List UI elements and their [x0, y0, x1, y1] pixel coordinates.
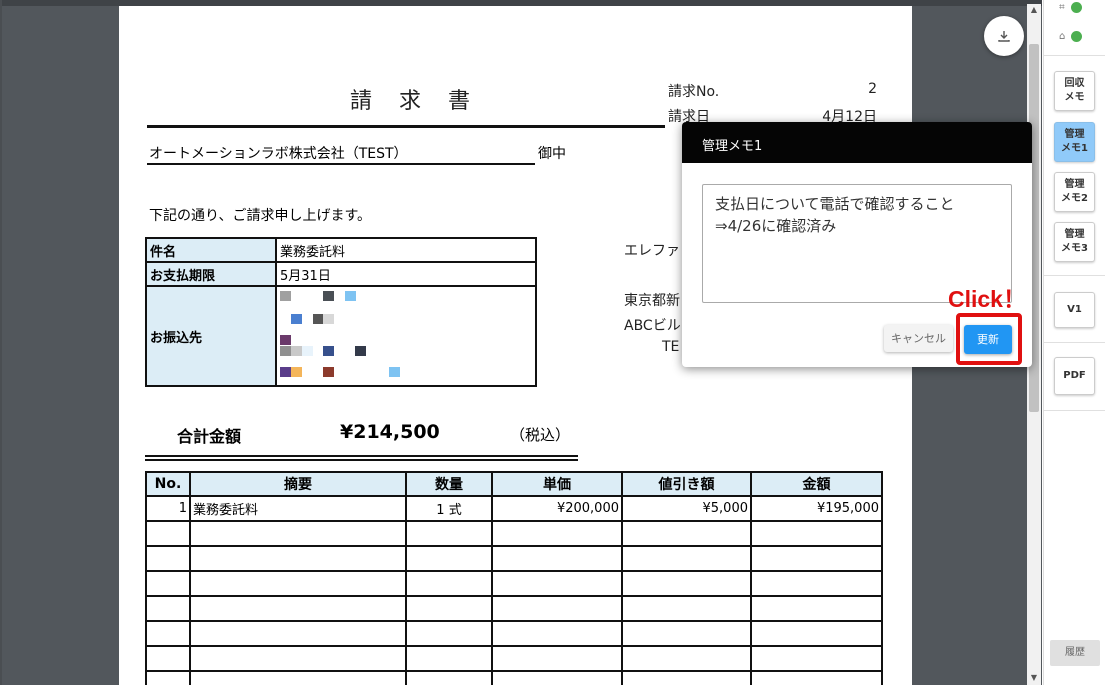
bank-details-redacted — [275, 285, 537, 387]
bank-label: お振込先 — [145, 285, 277, 387]
invoice-no-value: 2 — [868, 81, 877, 97]
due-value: 5月31日 — [275, 261, 537, 287]
intro-text: 下記の通り、ご請求申し上げます。 — [149, 208, 372, 224]
click-highlight-box — [956, 313, 1022, 365]
status-row-scan: ⌗ — [1059, 0, 1082, 14]
item-amount: ¥195,000 — [750, 495, 883, 522]
download-button[interactable] — [984, 16, 1024, 56]
bank-icon: ⌂ — [1059, 30, 1066, 42]
scroll-up-arrow-icon[interactable]: ▲ — [1027, 4, 1041, 16]
admin-memo-3-button[interactable]: 管理 メモ3 — [1054, 222, 1095, 262]
client-underline — [147, 163, 535, 165]
download-icon — [998, 31, 1010, 42]
total-label: 合計金額 — [177, 427, 242, 446]
sidebar-divider — [1044, 55, 1105, 56]
invoice-no-label: 請求No. — [668, 84, 720, 100]
status-ok-icon — [1070, 1, 1082, 13]
total-amount: ¥214,500 — [340, 421, 440, 443]
pdf-button[interactable]: PDF — [1054, 357, 1095, 395]
sender-address-line2: ABCビル — [624, 318, 681, 334]
table-row — [145, 570, 883, 597]
total-underline — [145, 455, 578, 457]
sender-name: エレファ — [624, 243, 680, 259]
memo-dialog-title: 管理メモ1 — [682, 122, 1032, 163]
right-sidebar: ⌗ ⌂ 回収 メモ 管理 メモ1 管理 メモ2 管理 メモ3 V1 PDF 履歴 — [1043, 0, 1105, 685]
scroll-down-arrow-icon[interactable]: ▼ — [1027, 671, 1041, 685]
admin-memo-1-button[interactable]: 管理 メモ1 — [1054, 122, 1095, 162]
item-qty: 1 式 — [405, 495, 493, 522]
status-ok-icon — [1071, 30, 1083, 42]
collection-memo-button[interactable]: 回収 メモ — [1054, 71, 1095, 111]
item-no: 1 — [145, 495, 191, 522]
version-v1-button[interactable]: V1 — [1054, 292, 1095, 328]
subject-label: 件名 — [145, 237, 277, 263]
col-header-no: No. — [145, 471, 191, 497]
click-annotation-label: Click！ — [948, 286, 1026, 312]
table-row — [145, 645, 883, 672]
due-label: お支払期限 — [145, 261, 277, 287]
sidebar-divider — [1044, 410, 1105, 411]
invoice-title: 請 求 書 — [350, 89, 480, 114]
item-desc: 業務委託料 — [189, 495, 407, 522]
tax-note: （税込） — [510, 426, 571, 444]
scan-icon: ⌗ — [1059, 1, 1065, 13]
col-header-unit-price: 単価 — [491, 471, 623, 497]
line-items-table: No. 摘要 数量 単価 値引き額 金額 1 業務委託料 1 式 ¥200,00… — [145, 471, 883, 685]
table-row: 1 業務委託料 1 式 ¥200,000 ¥5,000 ¥195,000 — [145, 495, 883, 522]
col-header-desc: 摘要 — [189, 471, 407, 497]
table-row — [145, 520, 883, 547]
item-discount: ¥5,000 — [621, 495, 752, 522]
table-row — [145, 670, 883, 685]
sidebar-divider — [1044, 275, 1105, 276]
cancel-button[interactable]: キャンセル — [884, 325, 953, 352]
status-row-bank: ⌂ — [1059, 29, 1083, 43]
table-row — [145, 545, 883, 572]
admin-memo-2-button[interactable]: 管理 メモ2 — [1054, 172, 1095, 212]
invoice-info-table: 件名 業務委託料 お支払期限 5月31日 お振込先 — [145, 237, 537, 387]
history-button[interactable]: 履歴 — [1050, 640, 1100, 666]
honorific: 御中 — [538, 146, 566, 162]
col-header-qty: 数量 — [405, 471, 493, 497]
sidebar-divider — [1044, 342, 1105, 343]
sender-address-line1: 東京都新 — [624, 293, 680, 309]
total-underline-double — [145, 459, 578, 461]
client-name: オートメーションラボ株式会社（TEST） — [149, 146, 408, 162]
item-unit-price: ¥200,000 — [491, 495, 623, 522]
col-header-amount: 金額 — [750, 471, 883, 497]
subject-value: 業務委託料 — [275, 237, 537, 263]
table-row — [145, 620, 883, 647]
sender-tel: TE — [662, 339, 680, 355]
col-header-discount: 値引き額 — [621, 471, 752, 497]
table-row — [145, 595, 883, 622]
title-underline — [147, 125, 665, 128]
table-header-row: No. 摘要 数量 単価 値引き額 金額 — [145, 471, 883, 497]
